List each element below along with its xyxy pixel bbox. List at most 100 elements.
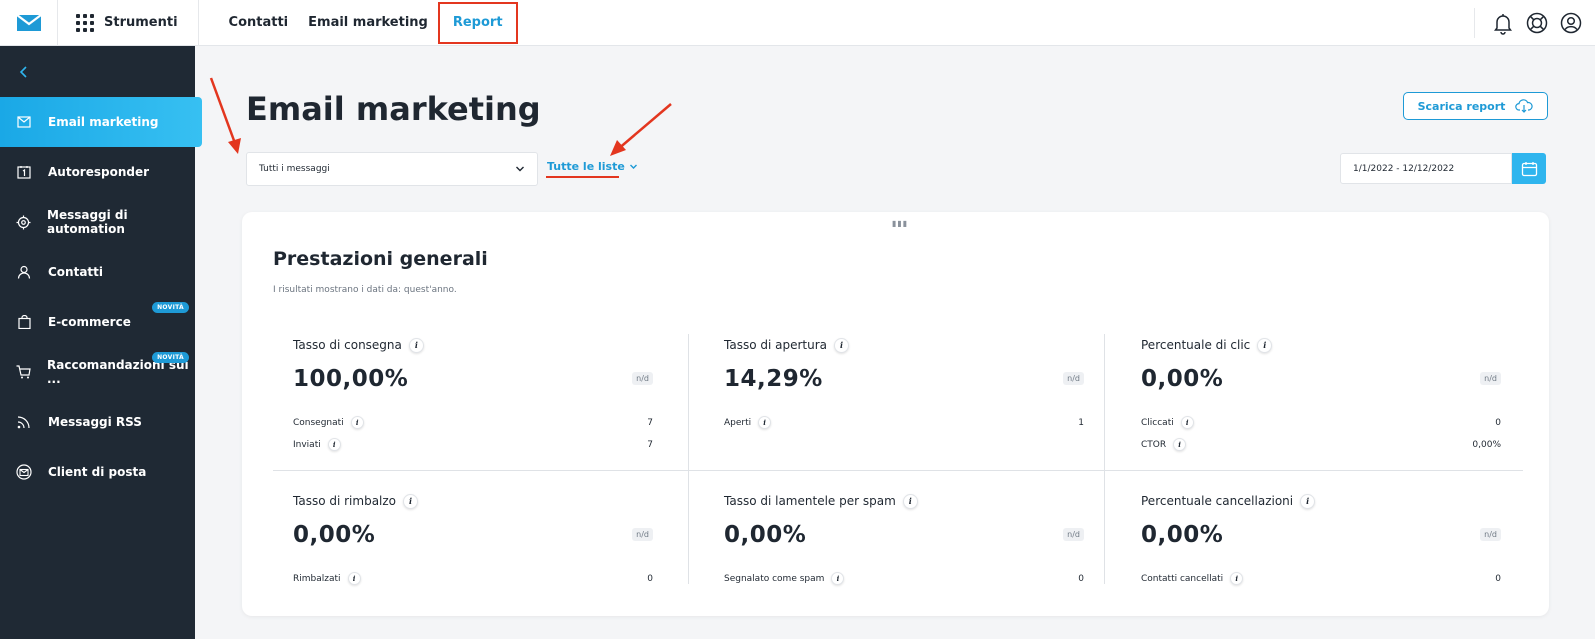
sidebar-item-rss[interactable]: Messaggi RSS [0, 397, 195, 447]
card-title: Prestazioni generali [273, 248, 488, 270]
sidebar-item-contatti[interactable]: Contatti [0, 247, 195, 297]
metric-row-value: 0,00% [1472, 439, 1501, 450]
shopping-bag-icon [16, 314, 32, 330]
metric-row-value: 7 [647, 417, 653, 428]
divider [1104, 334, 1105, 584]
info-icon[interactable]: i [1230, 572, 1244, 585]
lists-filter-dropdown[interactable]: Tutte le liste [547, 160, 638, 173]
metric-value: 100,00% [293, 366, 409, 392]
sidebar-item-label: Client di posta [48, 465, 147, 479]
sidebar-item-automation[interactable]: Messaggi di automation [0, 197, 195, 247]
na-badge: n/d [1063, 528, 1084, 541]
metric-row-value: 7 [647, 439, 653, 450]
metric-title: Tasso di apertura [724, 338, 828, 352]
metric-spam-rate: Tasso di lamentele per spam i 0,00% n/d S… [724, 492, 1084, 585]
date-picker-button[interactable] [1512, 153, 1546, 184]
divider [1474, 8, 1475, 38]
metric-unsubscribe-rate: Percentuale cancellazioni i 0,00% n/d Con… [1141, 492, 1501, 585]
metric-row: Rimbalzati i 0 [293, 572, 653, 585]
metric-row-label: Aperti [724, 417, 752, 428]
user-account-icon[interactable] [1559, 11, 1583, 35]
mail-client-icon [16, 464, 32, 480]
na-badge: n/d [1480, 528, 1501, 541]
metric-value: 0,00% [293, 522, 376, 548]
metric-row-value: 0 [647, 573, 653, 584]
annotation-arrow [209, 77, 241, 154]
metric-bounce-rate: Tasso di rimbalzo i 0,00% n/d Rimbalzati i… [293, 492, 653, 585]
info-icon[interactable]: i [347, 572, 361, 585]
new-badge: NOVITÀ [152, 352, 189, 363]
sidebar-item-label: Autoresponder [48, 165, 150, 179]
bell-icon[interactable] [1491, 11, 1515, 35]
metric-row-value: 1 [1078, 417, 1084, 428]
message-filter-select[interactable]: Tutti i messaggi [246, 152, 538, 186]
metric-row: Segnalato come spam i 0 [724, 572, 1084, 585]
tools-label: Strumenti [104, 15, 178, 30]
chevron-down-icon [516, 166, 524, 172]
sidebar-item-autoresponder[interactable]: Autoresponder [0, 147, 195, 197]
metric-title: Tasso di consegna [293, 338, 402, 352]
sidebar-item-email-marketing[interactable]: Email marketing [0, 97, 202, 147]
drag-handle-icon[interactable]: ▮▮▮ [892, 219, 908, 228]
rss-icon [16, 414, 32, 430]
na-badge: n/d [632, 372, 653, 385]
info-icon[interactable]: i [403, 493, 419, 509]
sidebar-item-label: Email marketing [48, 115, 159, 129]
info-icon[interactable]: i [1180, 416, 1194, 429]
top-icons [1474, 0, 1583, 46]
metric-row-label: Cliccati [1141, 417, 1174, 428]
info-icon[interactable]: i [902, 493, 918, 509]
metric-row-label: Consegnati [293, 417, 344, 428]
info-icon[interactable]: i [831, 572, 845, 585]
info-icon[interactable]: i [1173, 438, 1187, 451]
metric-row-label: CTOR [1141, 439, 1167, 450]
info-icon[interactable]: i [327, 438, 341, 451]
calendar-one-icon [16, 164, 32, 180]
download-report-label: Scarica report [1417, 99, 1506, 113]
sidebar-item-raccomandazioni[interactable]: Raccomandazioni sui ... NOVITÀ [0, 347, 195, 397]
sidebar-item-client-posta[interactable]: Client di posta [0, 447, 195, 497]
metric-row: Contatti cancellati i 0 [1141, 572, 1501, 585]
date-range-input[interactable]: 1/1/2022 - 12/12/2022 [1340, 153, 1512, 184]
download-report-button[interactable]: Scarica report [1403, 92, 1548, 120]
info-icon[interactable]: i [1300, 493, 1316, 509]
sidebar-item-label: Messaggi RSS [48, 415, 142, 429]
metric-title: Percentuale di clic [1141, 338, 1251, 352]
chevron-down-icon [629, 164, 637, 169]
nav-contatti[interactable]: Contatti [219, 3, 299, 43]
info-icon[interactable]: i [350, 416, 364, 429]
logo[interactable] [0, 0, 58, 46]
cart-star-icon [16, 364, 31, 380]
sidebar: Email marketing Autoresponder Messaggi d… [0, 46, 202, 639]
na-badge: n/d [1063, 372, 1084, 385]
automation-gear-icon [16, 214, 31, 230]
metric-row-value: 0 [1495, 417, 1501, 428]
metric-row-label: Rimbalzati [293, 573, 341, 584]
metric-title: Tasso di lamentele per spam [724, 494, 896, 508]
nav-report[interactable]: Report [437, 1, 518, 44]
info-icon[interactable]: i [408, 337, 424, 353]
collapse-sidebar-icon[interactable] [16, 64, 32, 80]
sidebar-item-ecommerce[interactable]: E-commerce NOVITÀ [0, 297, 195, 347]
metric-title: Tasso di rimbalzo [293, 494, 397, 508]
new-badge: NOVITÀ [152, 302, 189, 313]
sidebar-item-label: Contatti [48, 265, 104, 279]
metric-open-rate: Tasso di apertura i 14,29% n/d Aperti i 1 [724, 336, 1084, 429]
metric-row-value: 0 [1078, 573, 1084, 584]
metric-row-label: Contatti cancellati [1141, 573, 1224, 584]
metric-value: 0,00% [1141, 366, 1224, 392]
metric-value: 14,29% [724, 366, 823, 392]
nav-email-marketing[interactable]: Email marketing [298, 3, 438, 43]
metric-value: 0,00% [724, 522, 807, 548]
metric-value: 0,00% [1141, 522, 1224, 548]
info-icon[interactable]: i [1257, 337, 1273, 353]
info-icon[interactable]: i [834, 337, 850, 353]
card-subtitle: I risultati mostrano i dati da: quest'an… [273, 285, 457, 295]
metric-row: CTOR i 0,00% [1141, 438, 1501, 451]
metric-row: Inviati i 7 [293, 438, 653, 451]
info-icon[interactable]: i [758, 416, 772, 429]
help-lifebuoy-icon[interactable] [1525, 11, 1549, 35]
metric-row-label: Inviati [293, 439, 321, 450]
tools-menu[interactable]: Strumenti [58, 0, 199, 46]
na-badge: n/d [1480, 372, 1501, 385]
